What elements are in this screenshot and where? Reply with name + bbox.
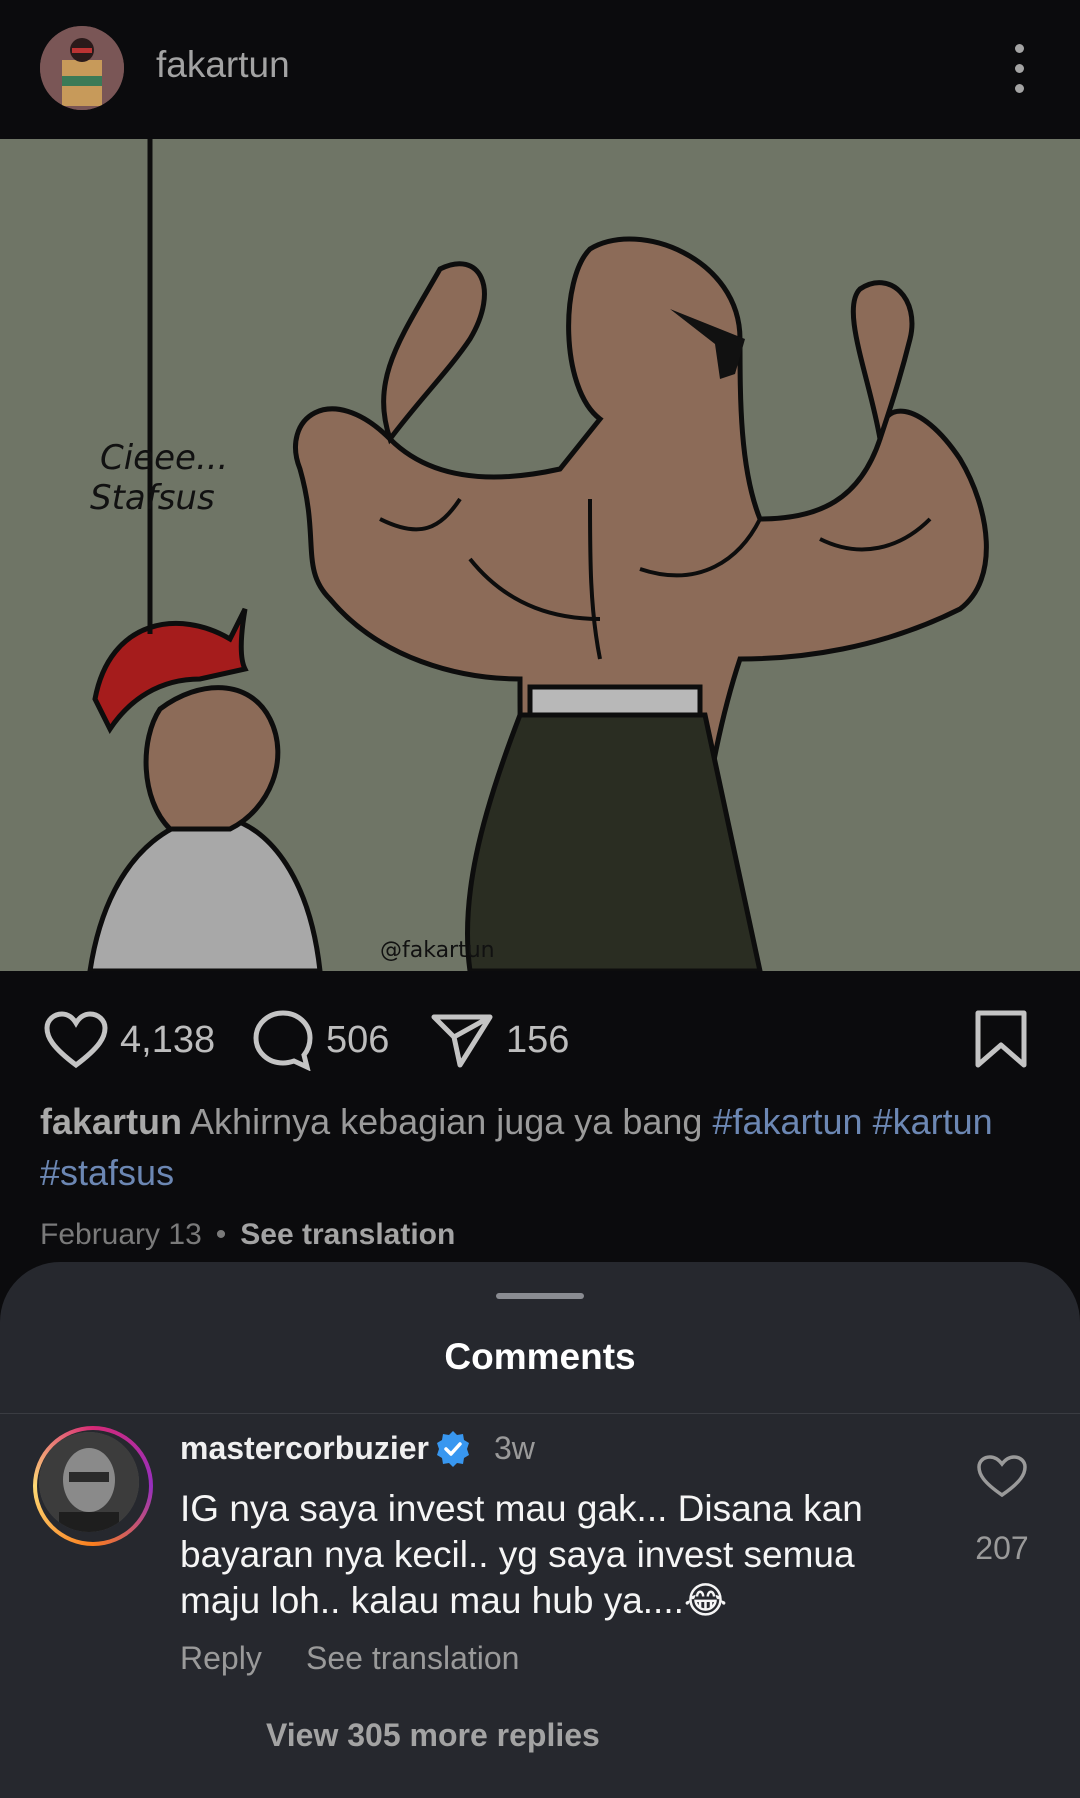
more-options-icon[interactable] bbox=[1004, 44, 1034, 94]
save-button[interactable] bbox=[974, 972, 1028, 1108]
profile-avatar[interactable] bbox=[40, 26, 124, 110]
commenter-avatar[interactable] bbox=[33, 1426, 153, 1546]
post-action-bar: 4,138 506 156 bbox=[0, 972, 1080, 1108]
share-button[interactable]: 156 bbox=[430, 972, 569, 1108]
comment-heart-icon[interactable] bbox=[976, 1454, 1028, 1498]
comment-text: IG nya saya invest mau gak... Disana kan… bbox=[180, 1488, 863, 1621]
see-translation-link[interactable]: See translation bbox=[240, 1218, 455, 1251]
comment-see-translation[interactable]: See translation bbox=[306, 1640, 519, 1677]
commenter-username[interactable]: mastercorbuzier bbox=[180, 1430, 429, 1467]
speech-line-1: Cieee... bbox=[100, 438, 228, 478]
post-caption: fakartun Akhirnya kebagian juga ya bang … bbox=[40, 1096, 1050, 1198]
header-username[interactable]: fakartun bbox=[156, 44, 290, 86]
speech-line-2: Stafsus bbox=[90, 478, 215, 518]
heart-icon bbox=[44, 1011, 108, 1069]
reply-button[interactable]: Reply bbox=[180, 1640, 262, 1677]
divider bbox=[0, 1413, 1080, 1414]
hashtag[interactable]: #kartun bbox=[873, 1101, 993, 1142]
post-meta: February 13 • See translation bbox=[40, 1218, 455, 1252]
verified-badge-icon bbox=[437, 1431, 469, 1467]
comment-icon bbox=[253, 1010, 313, 1071]
caption-text: Akhirnya kebagian juga ya bang bbox=[190, 1101, 703, 1142]
view-more-replies[interactable]: View 305 more replies bbox=[266, 1717, 600, 1754]
comment-button[interactable]: 506 bbox=[252, 972, 389, 1108]
share-count: 156 bbox=[506, 1018, 570, 1061]
comment-like-count: 207 bbox=[975, 1530, 1029, 1566]
caption-username[interactable]: fakartun bbox=[40, 1101, 182, 1142]
drag-handle[interactable] bbox=[496, 1293, 584, 1299]
sheet-title: Comments bbox=[444, 1336, 636, 1377]
comment-count: 506 bbox=[326, 1018, 390, 1061]
post-date: February 13 bbox=[40, 1218, 202, 1251]
post-image[interactable]: Cieee... Stafsus @fakartun bbox=[0, 139, 1080, 971]
post-header: fakartun bbox=[0, 0, 1080, 139]
hashtag[interactable]: #stafsus bbox=[40, 1152, 174, 1193]
share-icon bbox=[431, 1014, 493, 1068]
separator-dot: • bbox=[215, 1218, 227, 1251]
bookmark-icon bbox=[975, 1010, 1027, 1068]
watermark: @fakartun bbox=[380, 938, 495, 963]
like-button[interactable]: 4,138 bbox=[44, 972, 215, 1108]
comment-time: 3w bbox=[494, 1430, 535, 1466]
like-count: 4,138 bbox=[120, 1018, 216, 1061]
comments-sheet: Comments mastercorbuzier 3w IG nya saya … bbox=[0, 1262, 1080, 1798]
hashtag[interactable]: #fakartun bbox=[712, 1101, 862, 1142]
